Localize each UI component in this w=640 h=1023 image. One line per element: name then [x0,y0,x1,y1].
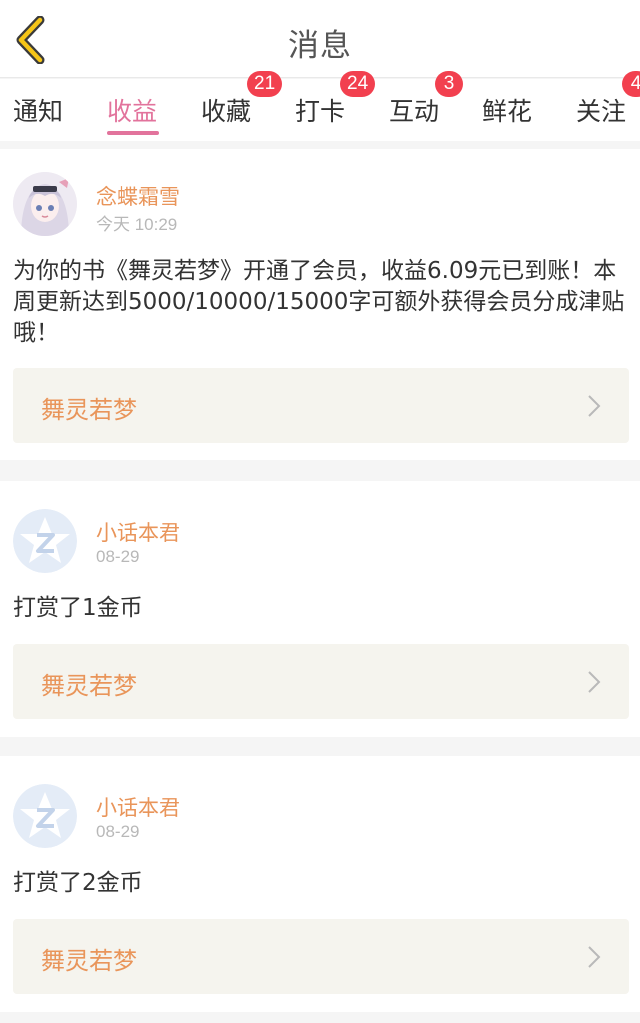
author-name[interactable]: 念蝶霜雪 [96,181,180,211]
book-title: 舞灵若梦 [41,396,137,424]
tab-label: 关注 [576,97,627,126]
author-avatar[interactable] [13,509,77,573]
message-time: 08-29 [96,547,140,566]
book-title: 舞灵若梦 [41,672,137,700]
unread-badge: 24 [340,71,376,97]
anime-girl-avatar-icon [13,172,77,236]
author-name[interactable]: 小话本君 [96,792,180,822]
unread-badge: 21 [247,71,283,97]
unread-badge: 3 [435,71,463,97]
message-text: 打赏了1金币 [13,595,143,621]
message-card: 念蝶霜雪 今天 10:29 为你的书《舞灵若梦》开通了会员，收益6.09元已到账… [0,149,640,460]
chevron-right-icon [588,671,601,693]
author-avatar[interactable] [13,784,77,848]
tab-label: 收益 [107,97,158,126]
book-link[interactable]: 舞灵若梦 [13,368,629,443]
tab-bar: 通知 收益 收藏 21 打卡 24 互动 3 鲜花 关注 4 [0,71,640,141]
book-title: 舞灵若梦 [41,947,137,975]
top-bar: 消息 [0,0,640,78]
tab-label: 收藏 [201,97,252,126]
message-time: 今天 10:29 [96,215,178,234]
page-title: 消息 [288,28,352,64]
message-card: 小话本君 08-29 打赏了1金币 舞灵若梦 [0,481,640,737]
tab-label: 打卡 [295,97,346,126]
active-tab-indicator [107,131,159,135]
tab-label: 互动 [389,97,440,126]
default-star-avatar-icon [13,509,77,573]
message-text: 打赏了2金币 [13,870,143,896]
book-link[interactable]: 舞灵若梦 [13,919,629,994]
tab-label: 鲜花 [482,97,533,126]
book-link[interactable]: 舞灵若梦 [13,644,629,719]
chevron-right-icon [588,946,601,968]
author-avatar[interactable] [13,172,77,236]
message-card: 小话本君 08-29 打赏了2金币 舞灵若梦 [0,756,640,1012]
chevron-right-icon [588,395,601,417]
message-time: 08-29 [96,822,140,841]
default-star-avatar-icon [13,784,77,848]
message-text: 为你的书《舞灵若梦》开通了会员，收益6.09元已到账！本周更新达到5000/10… [13,258,625,346]
tab-label: 通知 [13,97,64,126]
author-name[interactable]: 小话本君 [96,517,180,547]
